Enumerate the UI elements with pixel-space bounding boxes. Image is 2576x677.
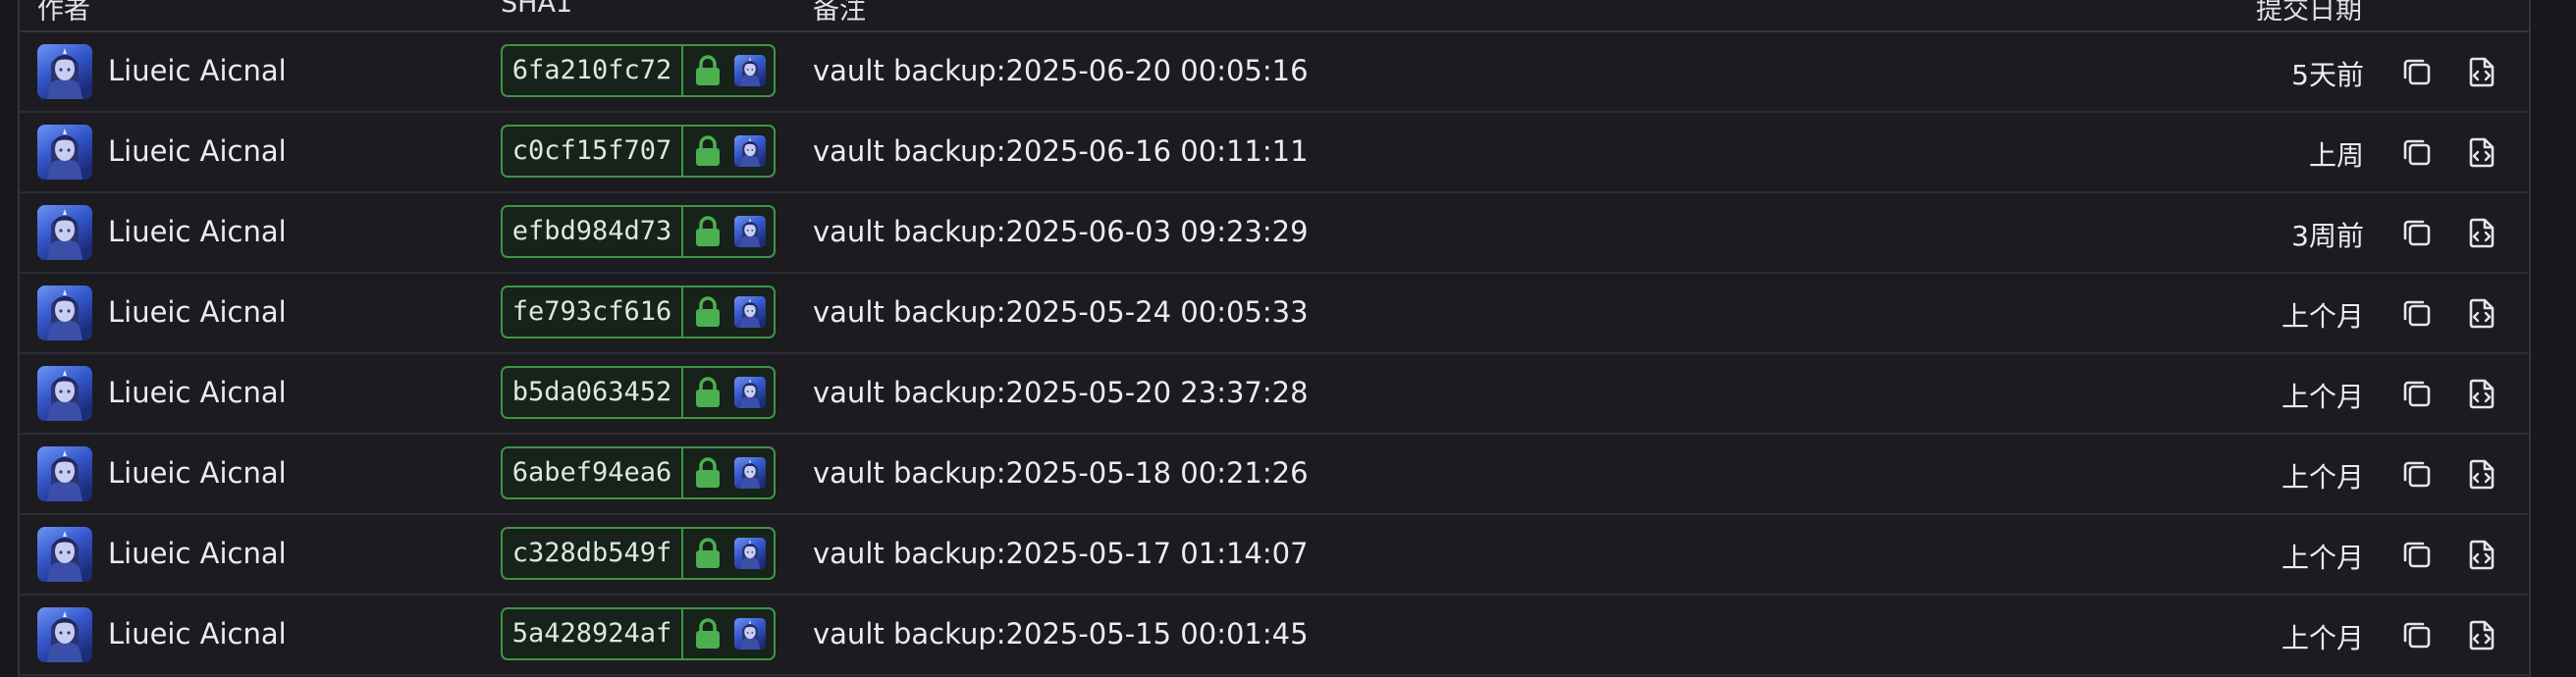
sha-label: c0cf15f707 [501,125,776,178]
commit-row[interactable]: Liueic Aicnal 6abef94ea6 vault backup:20… [20,435,2529,515]
author-name[interactable]: Liueic Aicnal [108,215,287,248]
commit-date: 上个月 [2281,461,2364,494]
sha-link[interactable]: 6abef94ea6 [503,448,683,497]
commit-row[interactable]: Liueic Aicnal b5da063452 vault backup:20… [20,354,2529,435]
signer-avatar[interactable] [734,296,766,328]
author-column-header: 作者 [37,0,90,26]
copy-icon[interactable] [2399,215,2435,250]
author-avatar[interactable] [37,44,92,99]
signer-avatar[interactable] [734,618,766,650]
copy-icon[interactable] [2399,617,2435,652]
copy-icon[interactable] [2399,295,2435,331]
commit-date: 上个月 [2281,300,2364,333]
author-name[interactable]: Liueic Aicnal [108,537,287,570]
browse-files-icon[interactable] [2464,215,2499,250]
browse-files-icon[interactable] [2464,54,2499,89]
lock-icon[interactable] [693,617,723,651]
sha-label: 6fa210fc72 [501,44,776,97]
commit-row[interactable]: Liueic Aicnal c328db549f vault backup:20… [20,515,2529,596]
commit-message[interactable]: vault backup:2025-05-24 00:05:33 [813,295,1309,329]
sha-label: c328db549f [501,527,776,580]
browse-files-icon[interactable] [2464,456,2499,492]
lock-icon[interactable] [693,134,723,168]
copy-icon[interactable] [2399,54,2435,89]
author-avatar[interactable] [37,446,92,501]
signer-avatar[interactable] [734,538,766,569]
commit-date: 5天前 [2291,59,2364,91]
commit-row[interactable]: Liueic Aicnal efbd984d73 vault backup:20… [20,193,2529,274]
sha-link[interactable]: 5a428924af [503,609,683,658]
lock-icon[interactable] [693,54,723,87]
sha-label: 6abef94ea6 [501,446,776,499]
signer-avatar[interactable] [734,55,766,86]
author-name[interactable]: Liueic Aicnal [108,134,287,168]
sha-label: fe793cf616 [501,286,776,338]
commit-message[interactable]: vault backup:2025-05-17 01:14:07 [813,537,1309,570]
author-name[interactable]: Liueic Aicnal [108,376,287,409]
commit-message[interactable]: vault backup:2025-05-15 00:01:45 [813,617,1309,651]
sha-column-header: SHA1 [501,0,573,19]
author-name[interactable]: Liueic Aicnal [108,456,287,490]
commit-message[interactable]: vault backup:2025-05-20 23:37:28 [813,376,1309,409]
browse-files-icon[interactable] [2464,295,2499,331]
lock-icon[interactable] [693,215,723,248]
signer-avatar[interactable] [734,216,766,247]
commit-date: 上个月 [2281,542,2364,574]
copy-icon[interactable] [2399,456,2435,492]
sha-link[interactable]: 6fa210fc72 [503,46,683,95]
sha-link[interactable]: c0cf15f707 [503,127,683,176]
author-name[interactable]: Liueic Aicnal [108,295,287,329]
commit-date: 上个月 [2281,381,2364,413]
sha-link[interactable]: efbd984d73 [503,207,683,256]
lock-icon[interactable] [693,537,723,570]
lock-icon[interactable] [693,376,723,409]
author-avatar[interactable] [37,125,92,180]
message-column-header: 备注 [813,0,866,26]
sha-link[interactable]: b5da063452 [503,368,683,417]
browse-files-icon[interactable] [2464,134,2499,170]
commit-row[interactable]: Liueic Aicnal fe793cf616 vault backup:20… [20,274,2529,354]
sha-label: 5a428924af [501,607,776,660]
author-name[interactable]: Liueic Aicnal [108,54,287,87]
author-avatar[interactable] [37,527,92,582]
sha-label: efbd984d73 [501,205,776,258]
lock-icon[interactable] [693,456,723,490]
browse-files-icon[interactable] [2464,617,2499,652]
commit-history-table: 作者 SHA1 备注 提交日期 Liueic Aicnal 6fa210fc72 [18,0,2531,677]
sha-link[interactable]: c328db549f [503,529,683,578]
table-header: 作者 SHA1 备注 提交日期 [20,0,2529,32]
lock-icon[interactable] [693,295,723,329]
author-avatar[interactable] [37,205,92,260]
browse-files-icon[interactable] [2464,376,2499,411]
browse-files-icon[interactable] [2464,537,2499,572]
author-avatar[interactable] [37,366,92,421]
copy-icon[interactable] [2399,537,2435,572]
signer-avatar[interactable] [734,377,766,408]
date-column-header: 提交日期 [2256,0,2362,26]
commit-row[interactable]: Liueic Aicnal 5a428924af vault backup:20… [20,596,2529,676]
sha-label: b5da063452 [501,366,776,419]
sha-link[interactable]: fe793cf616 [503,287,683,337]
commit-date: 上个月 [2281,622,2364,654]
author-avatar[interactable] [37,607,92,662]
signer-avatar[interactable] [734,135,766,167]
commit-message[interactable]: vault backup:2025-06-03 09:23:29 [813,215,1309,248]
copy-icon[interactable] [2399,376,2435,411]
commit-date: 3周前 [2291,220,2364,252]
copy-icon[interactable] [2399,134,2435,170]
commit-message[interactable]: vault backup:2025-06-20 00:05:16 [813,54,1309,87]
author-name[interactable]: Liueic Aicnal [108,617,287,651]
commit-row[interactable]: Liueic Aicnal 6fa210fc72 vault backup:20… [20,32,2529,113]
author-avatar[interactable] [37,286,92,340]
commit-message[interactable]: vault backup:2025-05-18 00:21:26 [813,456,1309,490]
commit-message[interactable]: vault backup:2025-06-16 00:11:11 [813,134,1309,168]
commit-date: 上周 [2308,139,2364,172]
signer-avatar[interactable] [734,457,766,489]
commit-row[interactable]: Liueic Aicnal c0cf15f707 vault backup:20… [20,113,2529,193]
